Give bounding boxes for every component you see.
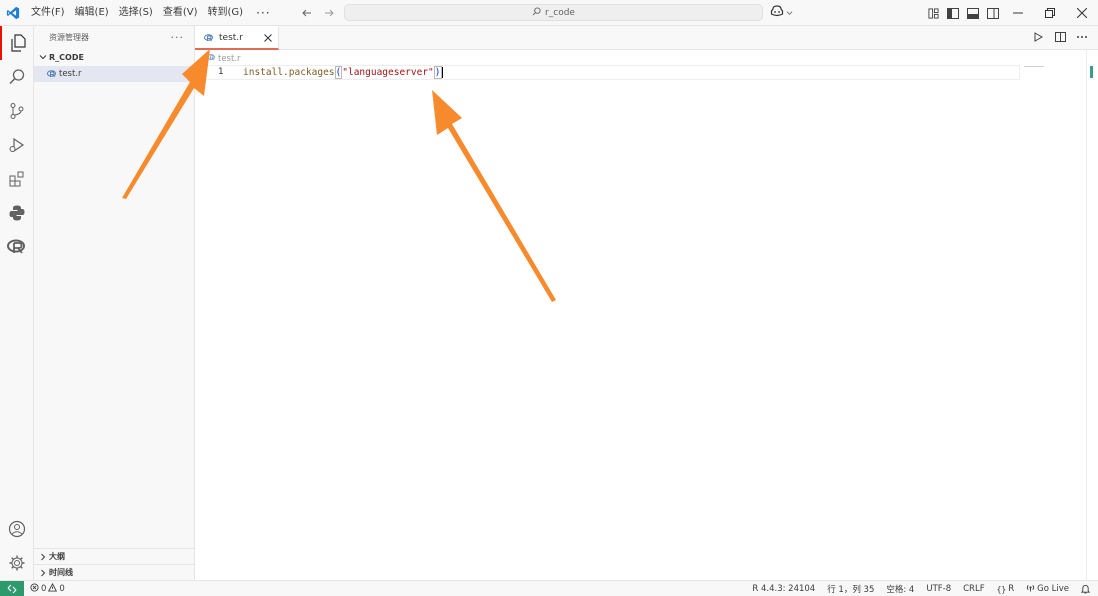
menu-selection[interactable]: 选择(S) [114,0,158,26]
sidebar-header: 资源管理器 ··· [34,26,194,48]
remote-indicator[interactable] [0,580,24,596]
breadcrumb-file: test.r [218,54,241,64]
folder-r-code[interactable]: R_CODE [34,48,194,66]
command-center-search[interactable]: r_code [344,4,763,21]
layout-controls [926,0,1000,26]
file-item-test-r[interactable]: test.r [34,66,194,82]
minimize-button[interactable] [1002,0,1034,26]
menu-view[interactable]: 查看(V) [158,0,203,26]
vertical-scrollbar[interactable] [1086,50,1087,580]
sidebar-more-button[interactable]: ··· [171,31,185,44]
account-icon[interactable] [0,512,34,546]
code-line[interactable]: install.packages("languageserver") [243,66,443,79]
run-debug-icon[interactable] [0,128,34,162]
timeline-section[interactable]: 时间线 [34,564,195,580]
file-label: test.r [59,69,82,79]
close-window-button[interactable] [1066,0,1098,26]
r-file-icon [203,32,215,44]
r-file-icon [46,68,58,80]
toggle-primary-sidebar-icon[interactable] [946,6,960,20]
menu-edit[interactable]: 编辑(E) [70,0,114,26]
status-bar: 0 0 R 4.4.3: 24104 行 1，列 35 空格: 4 UTF-8 … [0,580,1098,596]
command-center-label: r_code [545,7,575,18]
editor-actions [1032,31,1088,43]
more-actions-icon[interactable] [1076,31,1088,43]
search-icon[interactable] [0,60,34,94]
broadcast-icon [1026,583,1035,595]
source-control-icon[interactable] [0,94,34,128]
split-editor-icon[interactable] [1054,31,1066,43]
problems-indicator[interactable]: 0 0 [30,582,65,595]
back-arrow-icon[interactable] [300,6,314,20]
chevron-right-icon [37,567,49,579]
braces-icon: {} [996,584,1007,594]
title-bar: 文件(F) 编辑(E) 选择(S) 查看(V) 转到(G) ··· r_code [0,0,1098,26]
tab-label: test.r [219,32,243,43]
encoding-status[interactable]: UTF-8 [926,584,951,594]
r-file-icon [207,54,216,64]
outline-section[interactable]: 大纲 [34,548,195,564]
error-icon [30,582,39,595]
layout-customize-icon[interactable] [926,6,940,20]
breadcrumb[interactable]: test.r [207,52,241,66]
activity-bar [0,26,34,580]
language-mode-status[interactable]: {} R [997,584,1015,594]
indentation-status[interactable]: 空格: 4 [886,583,914,595]
chevron-right-icon [37,551,49,563]
code-function: install.packages [243,67,335,78]
gear-icon[interactable] [0,546,34,580]
extensions-icon[interactable] [0,162,34,196]
toggle-secondary-sidebar-icon[interactable] [986,6,1000,20]
files-icon[interactable] [0,26,34,60]
toggle-panel-icon[interactable] [966,6,980,20]
text-cursor [441,67,443,78]
editor-tabs: test.r [195,26,1098,50]
copilot-button[interactable] [770,4,793,21]
explorer-sidebar: 资源管理器 ··· R_CODE test.r 大纲 时间线 [34,26,195,580]
timeline-label: 时间线 [49,568,73,577]
outline-label: 大纲 [49,552,65,561]
copilot-icon [770,5,784,20]
menu-bar: 文件(F) 编辑(E) 选择(S) 查看(V) 转到(G) ··· [26,0,279,26]
forward-arrow-icon[interactable] [322,6,336,20]
warning-count: 0 [59,583,65,594]
code-string: "languageserver" [342,67,434,78]
status-right: R 4.4.3: 24104 行 1，列 35 空格: 4 UTF-8 CRLF… [752,581,1090,596]
error-count: 0 [41,583,47,594]
warning-icon [48,582,58,595]
navigation-arrows [300,0,336,26]
r-icon[interactable] [0,230,34,264]
sidebar-title: 资源管理器 [49,32,89,42]
annotation-arrow-code [432,90,556,302]
restore-button[interactable] [1034,0,1066,26]
search-icon [532,6,541,19]
run-icon[interactable] [1032,31,1044,43]
chevron-down-icon [786,6,793,19]
tab-test-r[interactable]: test.r [195,26,279,50]
window-controls [1002,0,1098,26]
line-number: 1 [218,67,224,77]
menu-goto[interactable]: 转到(G) [203,0,249,26]
chevron-down-icon [37,51,49,63]
folder-label: R_CODE [49,52,84,62]
python-icon[interactable] [0,196,34,230]
language-label: R [1008,584,1015,594]
minimap[interactable] [1024,66,1044,67]
go-live-label: Go Live [1037,584,1069,594]
eol-status[interactable]: CRLF [963,584,984,594]
close-icon[interactable] [262,32,274,44]
menu-file[interactable]: 文件(F) [26,0,70,26]
menu-more-button[interactable]: ··· [248,0,278,26]
code-close-paren: ) [433,66,442,79]
vscode-logo-icon [0,0,26,26]
go-live-button[interactable]: Go Live [1026,583,1069,595]
bell-icon[interactable] [1081,584,1090,594]
r-version-status[interactable]: R 4.4.3: 24104 [752,584,815,594]
scroll-position-indicator [1090,66,1093,78]
cursor-position-status[interactable]: 行 1，列 35 [827,583,874,595]
